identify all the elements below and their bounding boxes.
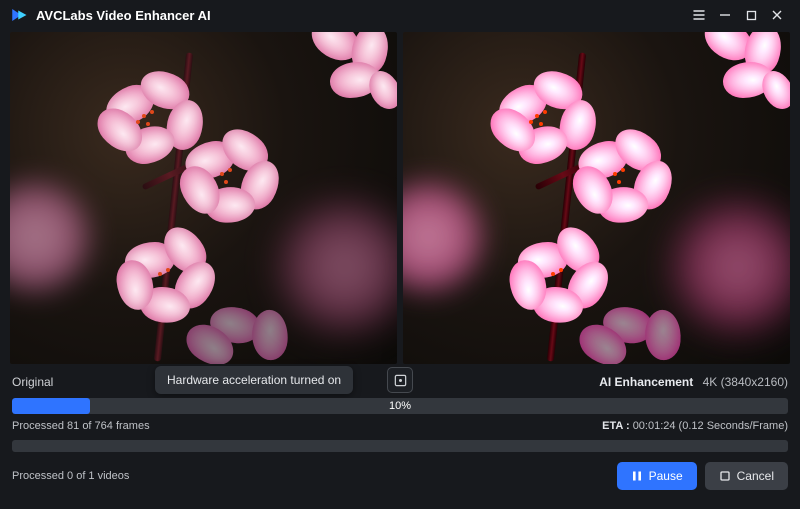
resolution-text: 4K (3840x2160) [703, 375, 788, 389]
maximize-button[interactable] [738, 2, 764, 28]
titlebar: AVCLabs Video Enhancer AI [0, 0, 800, 30]
frame-progress-percent: 10% [12, 398, 788, 414]
pause-button[interactable]: Pause [617, 462, 697, 490]
videos-processed-text: Processed 0 of 1 videos [12, 470, 129, 482]
eta-value: 00:01:24 (0.12 Seconds/Frame) [633, 420, 788, 432]
video-progress-bar [12, 440, 788, 452]
crop-compare-button[interactable] [387, 367, 413, 393]
cancel-button[interactable]: Cancel [705, 462, 788, 490]
preview-original [10, 32, 397, 364]
preview-labels-row: Original Hardware acceleration turned on… [0, 364, 800, 398]
preview-enhanced [403, 32, 790, 364]
preview-area [0, 30, 800, 364]
close-button[interactable] [764, 2, 790, 28]
frame-progress-section: 10% Processed 81 of 764 frames ETA : 00:… [0, 398, 800, 452]
pause-button-label: Pause [649, 469, 683, 483]
pause-icon [631, 470, 643, 482]
cancel-button-label: Cancel [737, 469, 774, 483]
enhanced-label: AI Enhancement 4K (3840x2160) [599, 375, 788, 389]
original-label: Original [12, 375, 53, 389]
frames-processed-text: Processed 81 of 764 frames [12, 420, 150, 432]
minimize-button[interactable] [712, 2, 738, 28]
footer-row: Processed 0 of 1 videos Pause Cancel [0, 452, 800, 490]
eta-text: ETA : 00:01:24 (0.12 Seconds/Frame) [602, 420, 788, 432]
app-logo-icon [10, 6, 28, 24]
menu-button[interactable] [686, 2, 712, 28]
enhanced-label-text: AI Enhancement [599, 375, 693, 389]
stop-icon [719, 470, 731, 482]
frame-progress-bar: 10% [12, 398, 788, 414]
hw-accel-tooltip: Hardware acceleration turned on [155, 366, 353, 394]
frame-progress-meta: Processed 81 of 764 frames ETA : 00:01:2… [12, 414, 788, 440]
app-title: AVCLabs Video Enhancer AI [36, 8, 211, 23]
eta-label: ETA : [602, 420, 630, 432]
